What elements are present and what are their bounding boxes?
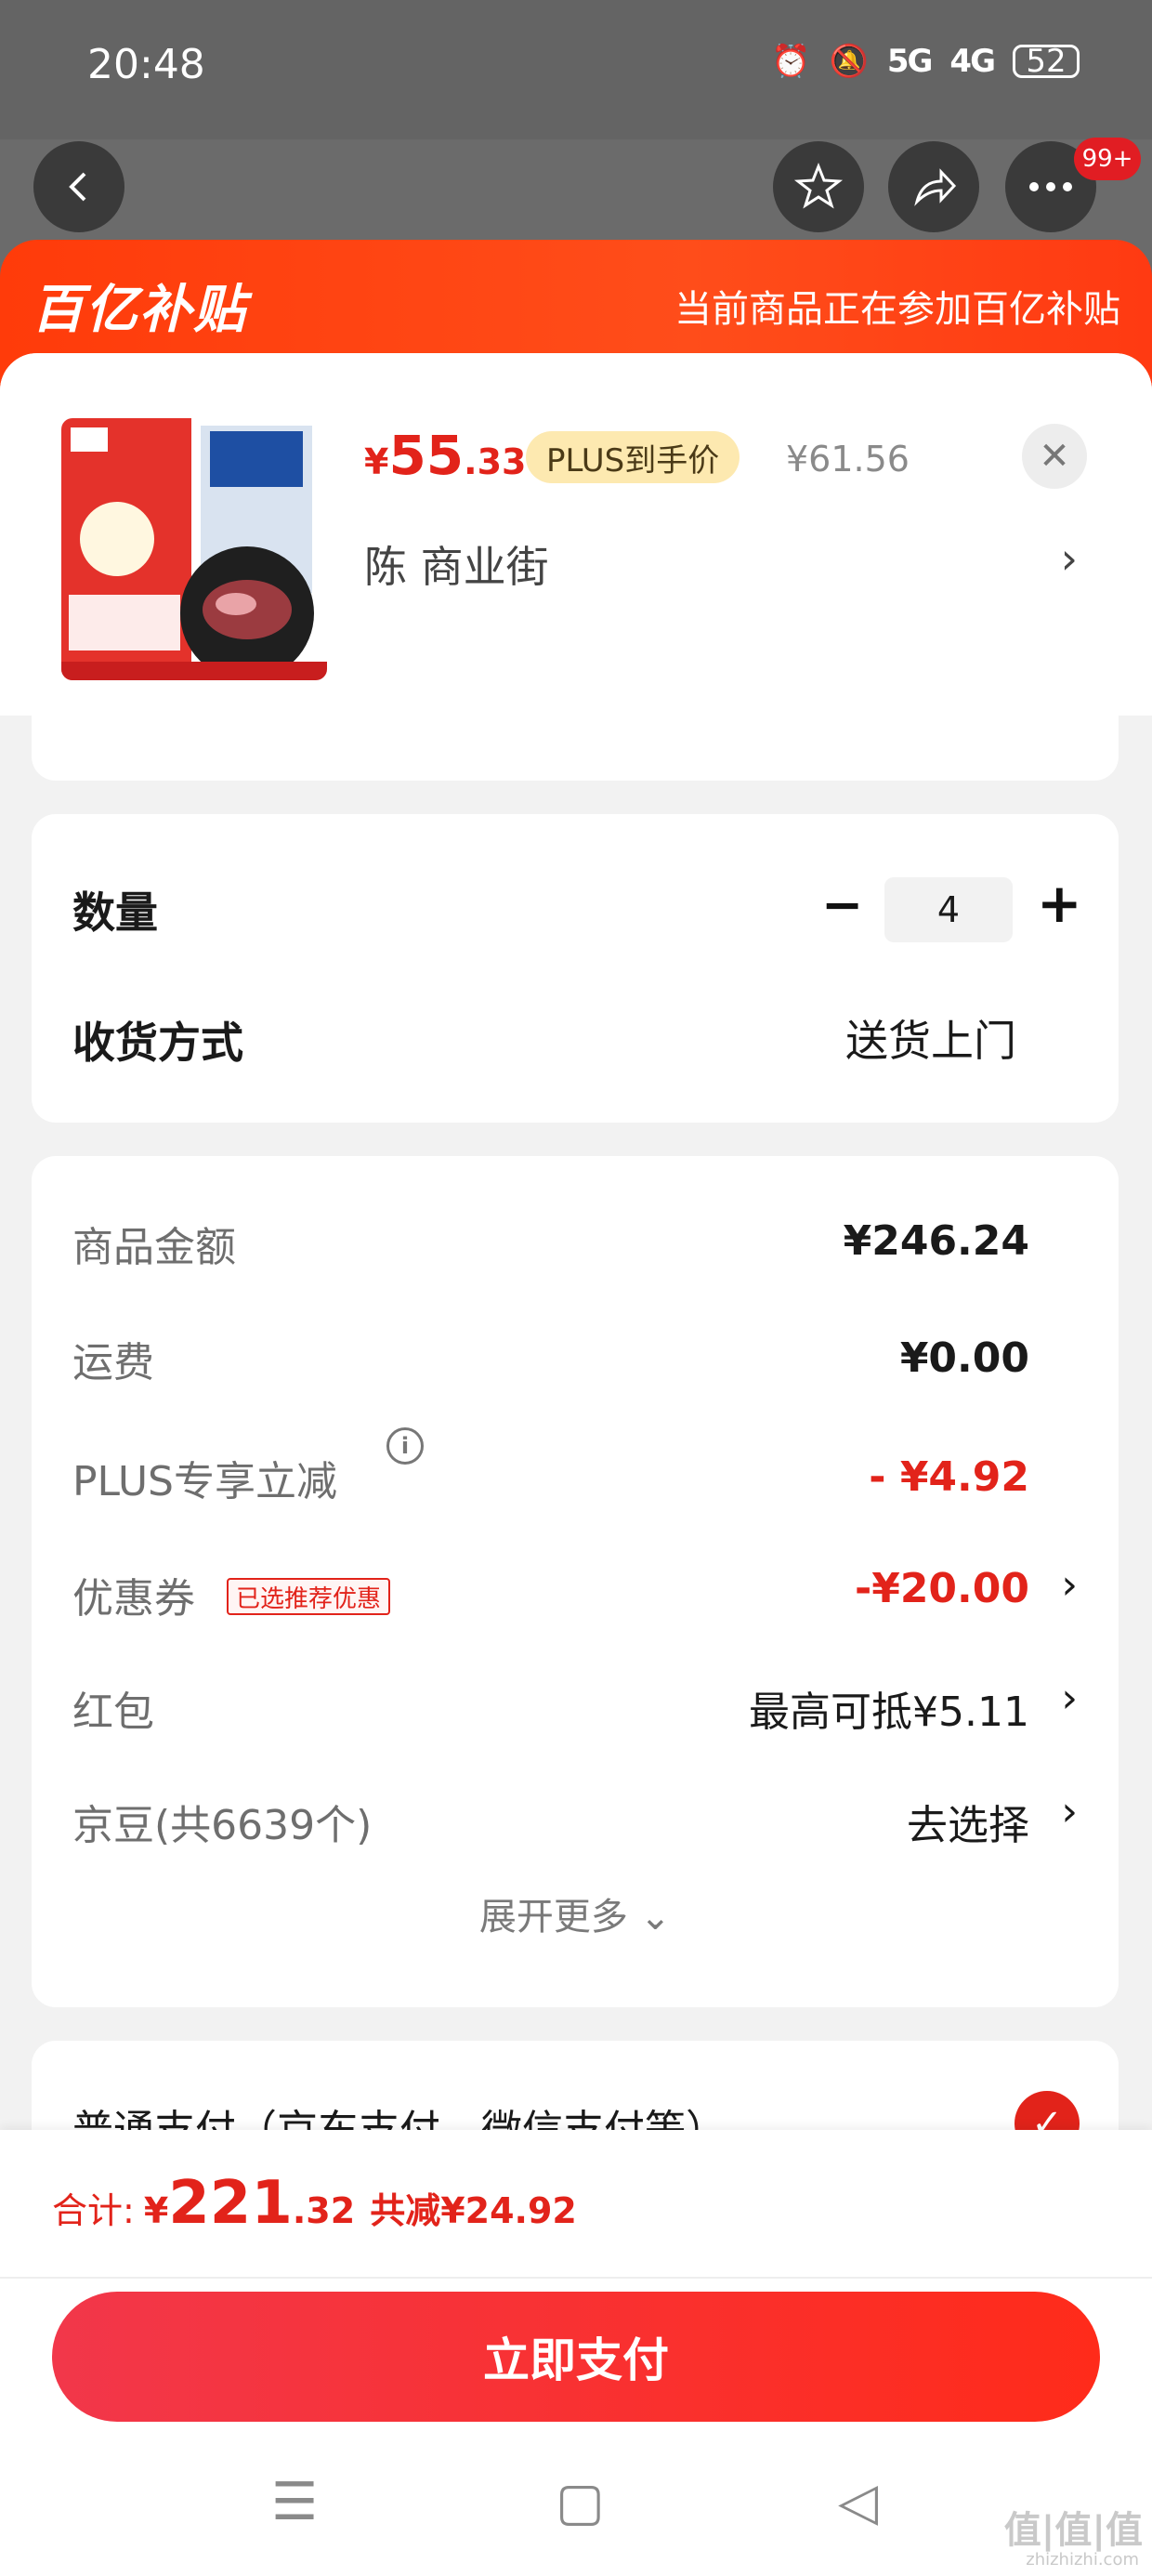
expand-more-button[interactable]: 展开更多 ⌄ [32, 1886, 1119, 1940]
favorite-button[interactable] [773, 141, 864, 232]
quantity-input[interactable]: 4 [884, 877, 1013, 942]
jingdou-value[interactable]: 去选择 [907, 1792, 1029, 1851]
signal-4g-icon: 4G [949, 43, 996, 80]
pay-now-button[interactable]: 立即支付 [52, 2292, 1100, 2422]
price-details-card: 商品金额 ¥246.24 运费 ¥0.00 PLUS专享立减 i - ¥4.92… [32, 1156, 1119, 2007]
quantity-card: 数量 − 4 + 收货方式 送货上门 [32, 814, 1119, 1123]
goods-amount-value: ¥246.24 [843, 1217, 1029, 1265]
chevron-right-icon[interactable]: › [1061, 1675, 1078, 1722]
product-price: ¥ 55 .33 [364, 424, 527, 487]
signal-5g-icon: 5G [886, 43, 934, 80]
product-image [61, 418, 327, 680]
plus-price-tag: PLUS到手价 [526, 431, 740, 483]
watermark-logo: 值|值|值 [1003, 2509, 1143, 2552]
jingdou-label: 京豆(共6639个) [72, 1802, 373, 1849]
share-icon [914, 168, 957, 206]
notification-badge: 99+ [1074, 138, 1141, 180]
subsidy-text: 当前商品正在参加百亿补贴 [674, 288, 1120, 331]
shipping-value: ¥0.00 [899, 1334, 1029, 1382]
back-button[interactable] [33, 141, 124, 232]
delivery-address[interactable]: 陈 商业街 [364, 533, 549, 595]
star-icon [793, 162, 844, 209]
quantity-minus-button[interactable]: − [821, 875, 863, 934]
status-time: 20:48 [87, 41, 205, 88]
mute-icon: 🔕 [829, 43, 869, 80]
original-price: ¥61.56 [786, 439, 910, 480]
battery-icon: 52 [1013, 43, 1080, 80]
delivery-method-value[interactable]: 送货上门 [845, 1007, 1016, 1069]
shipping-label: 运费 [72, 1339, 154, 1387]
chevron-left-icon [69, 172, 86, 202]
delivery-method-label: 收货方式 [72, 1018, 243, 1068]
divider [0, 2277, 1152, 2279]
subsidy-logo: 百亿补贴 [32, 280, 247, 340]
coupon-label: 优惠券 [72, 1575, 195, 1623]
total-amount: 合计: ¥ 221 .32 共减¥24.92 [52, 2169, 577, 2238]
more-icon [1029, 182, 1072, 191]
share-button[interactable] [888, 141, 979, 232]
chevron-right-icon[interactable]: › [1061, 1561, 1078, 1609]
info-icon[interactable]: i [386, 1427, 424, 1465]
status-icons: ⏰ 🔕 5G 4G 52 [771, 43, 1080, 80]
chevron-right-icon[interactable]: › [1061, 1788, 1078, 1835]
watermark-url: zhizhizhi.com [1026, 2550, 1139, 2569]
red-packet-label: 红包 [72, 1689, 154, 1736]
chevron-right-icon[interactable]: › [1061, 533, 1078, 584]
plus-discount-value: - ¥4.92 [869, 1453, 1029, 1501]
back-triangle-icon[interactable]: ◁ [838, 2472, 878, 2532]
alarm-icon: ⏰ [771, 43, 811, 80]
coupon-recommended-tag: 已选推荐优惠 [227, 1578, 391, 1615]
quantity-label: 数量 [72, 887, 158, 938]
home-icon[interactable]: ▢ [556, 2472, 605, 2532]
menu-icon[interactable]: ☰ [271, 2472, 318, 2532]
coupon-value[interactable]: -¥20.00 [855, 1565, 1029, 1612]
close-button[interactable]: ✕ [1022, 424, 1087, 489]
plus-discount-label: PLUS专享立减 [72, 1458, 337, 1505]
red-packet-value[interactable]: 最高可抵¥5.11 [749, 1678, 1029, 1738]
previous-card-bottom [32, 716, 1119, 781]
quantity-plus-button[interactable]: + [1037, 872, 1082, 935]
goods-amount-label: 商品金额 [72, 1224, 236, 1271]
total-saved: 共减¥24.92 [370, 2190, 577, 2231]
